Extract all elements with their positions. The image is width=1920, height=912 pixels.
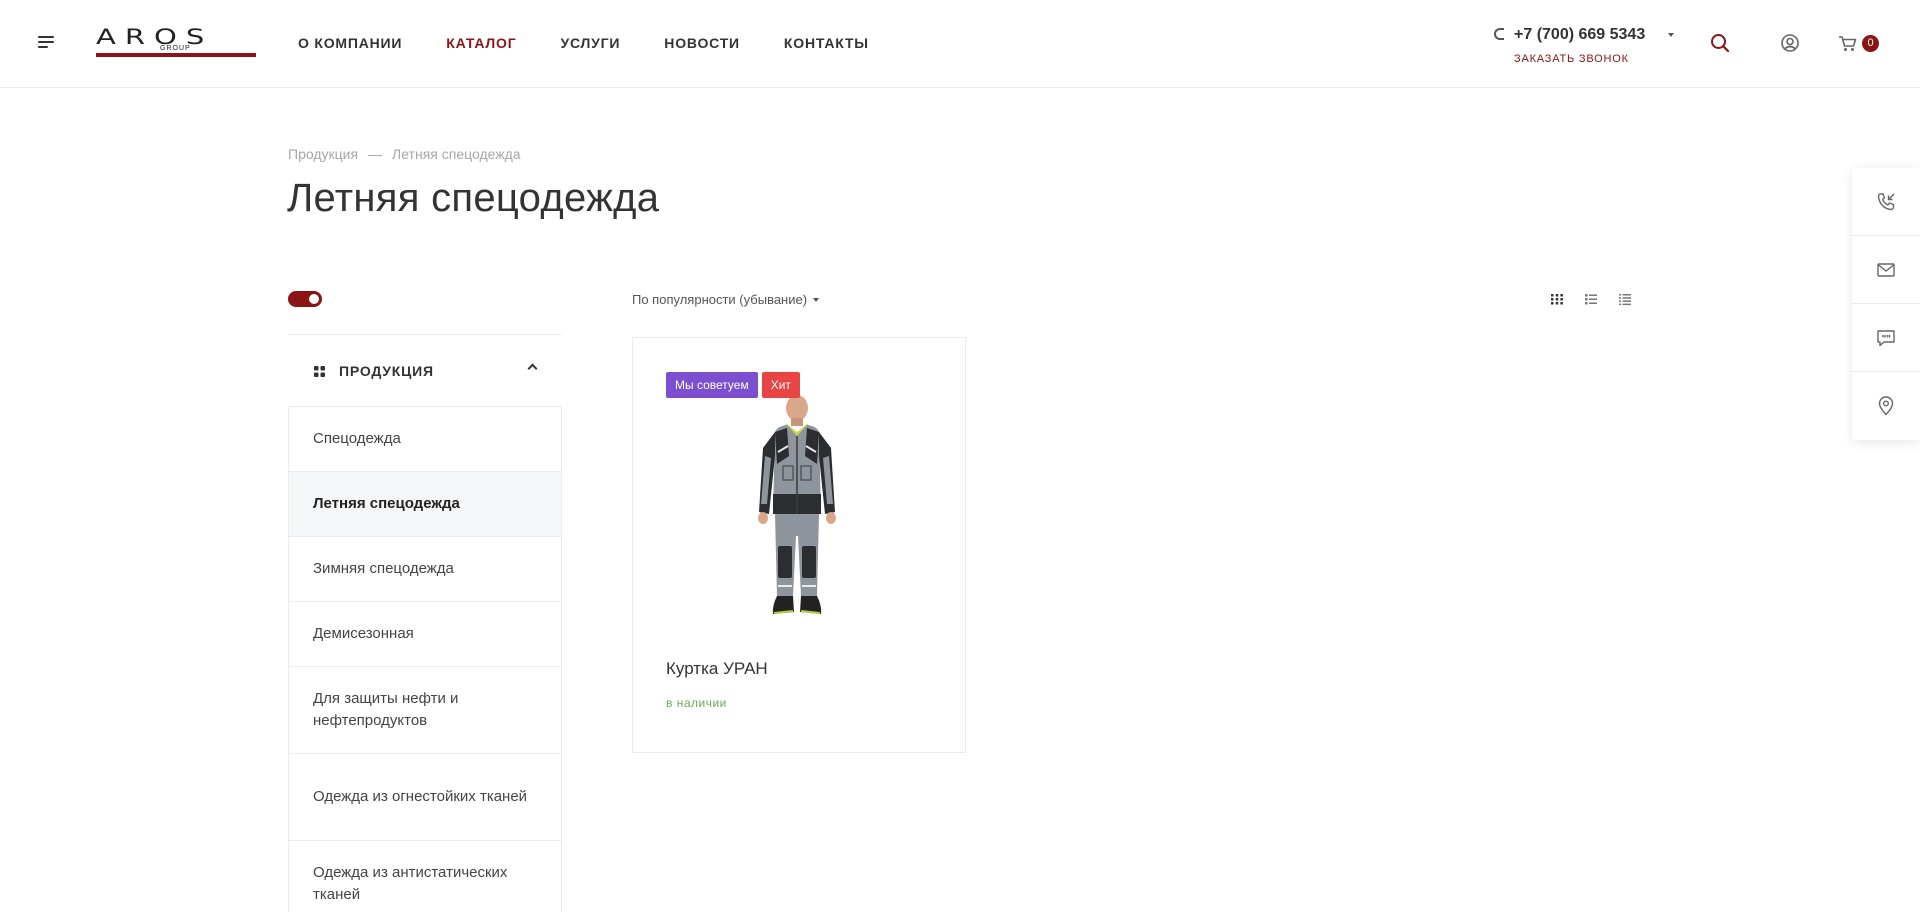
logo-text: AROS xyxy=(96,24,214,49)
page-title: Летняя спецодежда xyxy=(287,176,660,220)
grid-view-icon[interactable] xyxy=(1549,291,1565,307)
toggle-knob xyxy=(309,294,319,304)
nav-catalog[interactable]: КАТАЛОГ xyxy=(446,35,516,51)
main-nav: О КОМПАНИИ КАТАЛОГ УСЛУГИ НОВОСТИ КОНТАК… xyxy=(298,35,913,51)
phone-dropdown-icon[interactable] xyxy=(1668,33,1674,37)
nav-services[interactable]: УСЛУГИ xyxy=(560,35,620,51)
breadcrumb: Продукция — Летняя спецодежда xyxy=(288,146,521,162)
sticker-recommend[interactable]: Мы советуем xyxy=(666,372,758,398)
logo[interactable]: AROS GROUP xyxy=(96,24,256,62)
menu-icon[interactable] xyxy=(38,36,56,50)
sticker-hit[interactable]: Хит xyxy=(761,372,800,398)
cart-icon[interactable] xyxy=(1837,32,1859,54)
breadcrumb-separator: — xyxy=(368,146,383,162)
breadcrumb-item-products[interactable]: Продукция xyxy=(288,146,358,162)
logo-bar xyxy=(96,53,256,57)
sidebar-item-winter-workwear[interactable]: Зимняя спецодежда xyxy=(289,537,561,602)
logo-subtext: GROUP xyxy=(158,45,193,52)
catalog-sidebar: ПРОДУКЦИЯ Спецодежда Летняя спецодежда З… xyxy=(288,334,562,912)
search-icon[interactable] xyxy=(1709,32,1731,54)
product-image[interactable] xyxy=(737,386,857,622)
phone-number[interactable]: +7 (700) 669 5343 xyxy=(1514,26,1645,44)
cart-count-badge: 0 xyxy=(1862,35,1879,52)
catalog-grid-icon xyxy=(314,364,325,377)
table-view-icon[interactable] xyxy=(1617,291,1633,307)
phone-icon xyxy=(1494,28,1504,40)
sidebar-item-summer-workwear[interactable]: Летняя спецодежда xyxy=(289,472,561,537)
location-icon[interactable] xyxy=(1852,372,1920,440)
nav-news[interactable]: НОВОСТИ xyxy=(664,35,740,51)
sort-dropdown[interactable]: По популярности (убывание) xyxy=(632,292,820,307)
list-view-icon[interactable] xyxy=(1583,291,1599,307)
breadcrumb-item-current[interactable]: Летняя спецодежда xyxy=(392,146,521,162)
sidebar-list: Спецодежда Летняя спецодежда Зимняя спец… xyxy=(288,406,562,912)
user-icon[interactable] xyxy=(1779,32,1801,54)
sort-caret-icon xyxy=(813,298,820,302)
mail-icon[interactable] xyxy=(1852,236,1920,304)
sidebar-section-products[interactable]: ПРОДУКЦИЯ xyxy=(288,334,562,406)
product-stickers: Мы советуем Хит xyxy=(666,372,800,398)
sort-label: По популярности (убывание) xyxy=(632,292,808,307)
chat-icon[interactable] xyxy=(1852,304,1920,372)
product-card[interactable]: Мы советуем Хит Куртка УРАН в наличии xyxy=(632,337,966,753)
sidebar-section-title: ПРОДУКЦИЯ xyxy=(339,363,434,379)
nav-contacts[interactable]: КОНТАКТЫ xyxy=(784,35,869,51)
callback-link[interactable]: ЗАКАЗАТЬ ЗВОНОК xyxy=(1514,53,1629,65)
floating-contact-panel xyxy=(1852,168,1920,440)
nav-about[interactable]: О КОМПАНИИ xyxy=(298,35,402,51)
sidebar-item-workwear[interactable]: Спецодежда xyxy=(289,407,561,472)
filter-toggle[interactable] xyxy=(288,291,322,307)
sidebar-item-antistatic[interactable]: Одежда из антистатических тканей xyxy=(289,841,561,912)
chevron-up-icon[interactable] xyxy=(527,363,538,374)
product-name[interactable]: Куртка УРАН xyxy=(666,659,768,679)
callback-icon[interactable] xyxy=(1852,168,1920,236)
product-stock-status: в наличии xyxy=(666,696,727,710)
site-header: AROS GROUP О КОМПАНИИ КАТАЛОГ УСЛУГИ НОВ… xyxy=(0,0,1920,88)
sidebar-item-fire-resistant[interactable]: Одежда из огнестойких тканей xyxy=(289,754,561,841)
sidebar-item-demi-season[interactable]: Демисезонная xyxy=(289,602,561,667)
sidebar-item-oil-protection[interactable]: Для защиты нефти и нефтепродуктов xyxy=(289,667,561,754)
